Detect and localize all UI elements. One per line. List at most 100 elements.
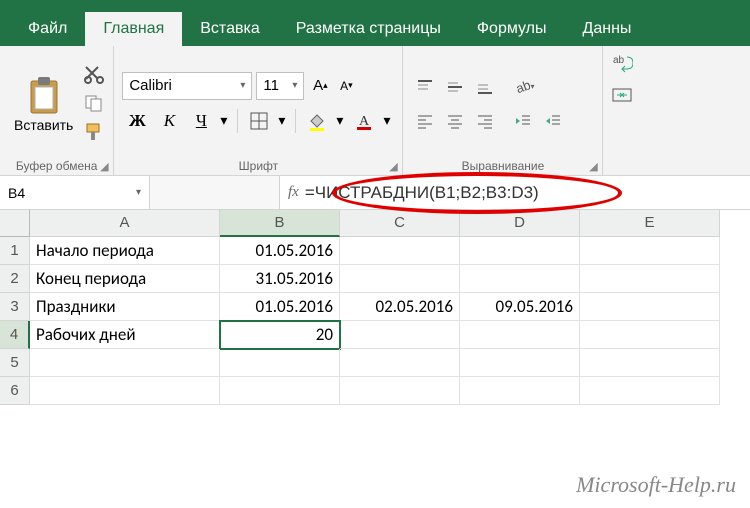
align-center-button[interactable] — [441, 107, 469, 135]
align-middle-icon — [446, 78, 464, 96]
align-left-button[interactable] — [411, 107, 439, 135]
copy-button[interactable] — [83, 93, 105, 116]
cell-a3[interactable]: Праздники — [30, 293, 220, 321]
cell-d1[interactable] — [460, 237, 580, 265]
name-box[interactable]: B4 ▾ — [0, 176, 150, 209]
row-header[interactable]: 1 — [0, 237, 30, 265]
format-painter-button[interactable] — [83, 122, 105, 145]
bold-button[interactable]: Ж — [122, 106, 152, 136]
cell-b2[interactable]: 31.05.2016 — [220, 265, 340, 293]
cell-c6[interactable] — [340, 377, 460, 405]
group-clipboard: Вставить Буфер обмена ◢ — [0, 46, 114, 175]
worksheet-grid[interactable]: A B C D E 1 Начало периода 01.05.2016 2 … — [0, 210, 750, 405]
align-right-icon — [476, 112, 494, 130]
chevron-down-icon[interactable]: ▾ — [274, 112, 289, 129]
scissors-icon — [83, 64, 105, 84]
align-right-button[interactable] — [471, 107, 499, 135]
chevron-down-icon: ▾ — [136, 187, 141, 198]
font-dialog-launcher[interactable]: ◢ — [386, 159, 400, 173]
underline-button[interactable]: Ч — [186, 106, 216, 136]
merge-icon — [611, 85, 633, 105]
row-header[interactable]: 3 — [0, 293, 30, 321]
chevron-down-icon[interactable]: ▾ — [216, 112, 231, 129]
cell-a2[interactable]: Конец периода — [30, 265, 220, 293]
cell-a6[interactable] — [30, 377, 220, 405]
row-header[interactable]: 6 — [0, 377, 30, 405]
row-header[interactable]: 4 — [0, 321, 30, 349]
copy-icon — [83, 93, 105, 113]
tab-data[interactable]: Данны — [565, 12, 650, 46]
cell-d4[interactable] — [460, 321, 580, 349]
italic-button[interactable]: К — [154, 106, 184, 136]
cell-d3[interactable]: 09.05.2016 — [460, 293, 580, 321]
col-header-c[interactable]: C — [340, 210, 460, 237]
col-header-d[interactable]: D — [460, 210, 580, 237]
group-alignment: ab▾ Выравнивание ◢ — [403, 46, 603, 175]
col-header-b[interactable]: B — [220, 210, 340, 237]
cell-d2[interactable] — [460, 265, 580, 293]
increase-font-button[interactable]: A▴ — [308, 72, 332, 100]
cell-d6[interactable] — [460, 377, 580, 405]
orientation-button[interactable]: ab▾ — [509, 73, 537, 101]
cell-d5[interactable] — [460, 349, 580, 377]
decrease-font-button[interactable]: A▾ — [334, 72, 358, 100]
cell-c3[interactable]: 02.05.2016 — [340, 293, 460, 321]
tab-file[interactable]: Файл — [10, 12, 85, 46]
cell-c1[interactable] — [340, 237, 460, 265]
cell-b6[interactable] — [220, 377, 340, 405]
align-bottom-button[interactable] — [471, 73, 499, 101]
formula-bar: B4 ▾ fx =ЧИСТРАБДНИ(B1;B2;B3:D3) — [0, 176, 750, 210]
formula-input[interactable]: =ЧИСТРАБДНИ(B1;B2;B3:D3) — [305, 183, 742, 203]
cell-a1[interactable]: Начало периода — [30, 237, 220, 265]
increase-indent-button[interactable] — [539, 107, 567, 135]
wrap-text-icon: ab — [611, 53, 633, 73]
cell-e4[interactable] — [580, 321, 720, 349]
cell-e6[interactable] — [580, 377, 720, 405]
alignment-dialog-launcher[interactable]: ◢ — [586, 159, 600, 173]
watermark: Microsoft-Help.ru — [576, 472, 736, 498]
paintbrush-icon — [83, 122, 105, 142]
cell-b3[interactable]: 01.05.2016 — [220, 293, 340, 321]
tab-insert[interactable]: Вставка — [182, 12, 277, 46]
cut-button[interactable] — [83, 64, 105, 87]
cell-c4[interactable] — [340, 321, 460, 349]
fill-color-button[interactable] — [302, 106, 332, 136]
cell-b4[interactable]: 20 — [220, 321, 340, 349]
borders-button[interactable] — [244, 106, 274, 136]
align-top-button[interactable] — [411, 73, 439, 101]
tab-page-layout[interactable]: Разметка страницы — [278, 12, 459, 46]
cell-b1[interactable]: 01.05.2016 — [220, 237, 340, 265]
tab-formulas[interactable]: Формулы — [459, 12, 565, 46]
col-header-e[interactable]: E — [580, 210, 720, 237]
cell-a4[interactable]: Рабочих дней — [30, 321, 220, 349]
cell-e2[interactable] — [580, 265, 720, 293]
select-all-corner[interactable] — [0, 210, 30, 237]
svg-text:ab: ab — [514, 78, 530, 96]
name-box-value: B4 — [8, 185, 25, 201]
font-size-combo[interactable]: 11 ▾ — [256, 72, 304, 100]
chevron-down-icon[interactable]: ▾ — [332, 112, 347, 129]
row-header[interactable]: 5 — [0, 349, 30, 377]
fx-icon[interactable]: fx — [288, 184, 299, 201]
col-header-a[interactable]: A — [30, 210, 220, 237]
row-header[interactable]: 2 — [0, 265, 30, 293]
cell-e3[interactable] — [580, 293, 720, 321]
cell-e1[interactable] — [580, 237, 720, 265]
cell-c5[interactable] — [340, 349, 460, 377]
align-middle-button[interactable] — [441, 73, 469, 101]
clipboard-group-label: Буфер обмена — [8, 157, 105, 173]
decrease-indent-button[interactable] — [509, 107, 537, 135]
tab-home[interactable]: Главная — [85, 12, 182, 46]
cell-a5[interactable] — [30, 349, 220, 377]
cell-e5[interactable] — [580, 349, 720, 377]
cell-b5[interactable] — [220, 349, 340, 377]
ribbon-tabs: Файл Главная Вставка Разметка страницы Ф… — [0, 8, 750, 46]
cell-c2[interactable] — [340, 265, 460, 293]
merge-cells-button[interactable] — [609, 82, 635, 108]
wrap-text-button[interactable]: ab — [609, 50, 635, 76]
font-name-combo[interactable]: Calibri ▾ — [122, 72, 252, 100]
font-color-button[interactable]: А — [349, 106, 379, 136]
clipboard-dialog-launcher[interactable]: ◢ — [97, 159, 111, 173]
paste-button[interactable]: Вставить — [8, 71, 79, 137]
chevron-down-icon[interactable]: ▾ — [379, 112, 394, 129]
